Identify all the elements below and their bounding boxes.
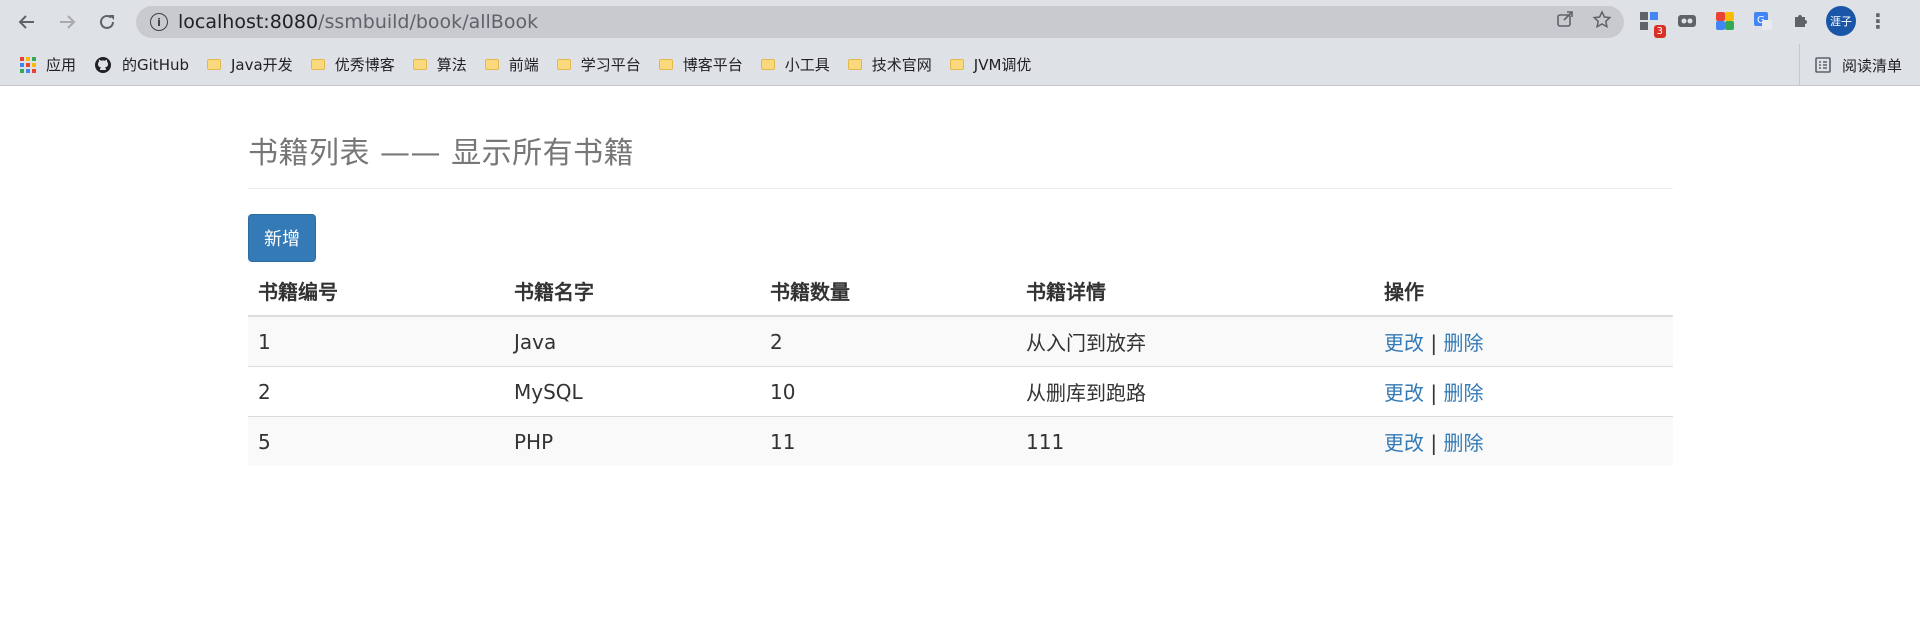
books-table: 书籍编号 书籍名字 书籍数量 书籍详情 操作 1 Java 2 从入门到放弃 更… [248, 268, 1673, 466]
bookmark-blogs[interactable]: 优秀博客 [310, 54, 395, 75]
book-name: PHP [504, 416, 760, 466]
bookmark-label: 博客平台 [682, 56, 743, 74]
folder-icon [658, 59, 673, 70]
url-text[interactable]: localhost:8080/ssmbuild/book/allBook [178, 11, 538, 33]
action-separator: | [1430, 431, 1438, 455]
translate-icon[interactable]: G [1750, 8, 1776, 34]
address-bar[interactable]: i localhost:8080/ssmbuild/book/allBook [136, 6, 1624, 38]
bookmark-label: 小工具 [784, 56, 830, 74]
folder-icon [847, 59, 862, 70]
bookmark-algorithm[interactable]: 算法 [412, 54, 467, 75]
book-detail: 从删库到跑路 [1016, 366, 1374, 417]
bookmark-tools[interactable]: 小工具 [760, 54, 830, 75]
book-id: 2 [248, 366, 504, 417]
page-header: 书籍列表 —— 显示所有书籍 [248, 86, 1673, 189]
bookmark-label: 应用 [46, 56, 77, 74]
book-name: Java [504, 315, 760, 367]
bookmark-github[interactable]: 的GitHub [94, 54, 189, 75]
bookmark-label: JVM调优 [973, 56, 1032, 74]
star-bookmark-icon[interactable] [1592, 10, 1612, 35]
bookmark-apps[interactable]: 应用 [20, 54, 76, 75]
bookmark-java[interactable]: Java开发 [207, 54, 293, 75]
row-actions: 更改 | 删除 [1374, 416, 1673, 466]
book-name: MySQL [504, 366, 760, 417]
avatar-text: 涯子 [1830, 15, 1852, 28]
delete-link[interactable]: 删除 [1443, 431, 1483, 455]
row-actions: 更改 | 删除 [1374, 315, 1673, 367]
back-arrow-icon [18, 15, 34, 29]
column-header-actions: 操作 [1374, 268, 1673, 317]
bookmark-label: 优秀博客 [334, 56, 395, 74]
bookmark-label: Java开发 [231, 56, 293, 74]
share-icon[interactable] [1556, 10, 1574, 35]
add-book-button[interactable]: 新增 [248, 214, 316, 262]
page-title: 书籍列表 —— 显示所有书籍 [248, 136, 635, 171]
browser-menu-icon[interactable]: ⋮ [1868, 9, 1888, 33]
bookmark-learning[interactable]: 学习平台 [556, 54, 641, 75]
edit-link[interactable]: 更改 [1384, 431, 1424, 455]
url-path: /ssmbuild/book/allBook [318, 11, 539, 33]
column-header-detail: 书籍详情 [1016, 268, 1374, 317]
folder-icon [484, 59, 499, 70]
bookmark-label: 算法 [436, 56, 467, 74]
site-info-icon[interactable]: i [150, 13, 168, 31]
table-row: 2 MySQL 10 从删库到跑路 更改 | 删除 [248, 366, 1673, 417]
folder-icon [556, 59, 571, 70]
book-count: 10 [760, 366, 1016, 417]
forward-arrow-icon [60, 15, 76, 29]
bookmark-tech-sites[interactable]: 技术官网 [847, 54, 932, 75]
book-count: 11 [760, 416, 1016, 466]
book-id: 5 [248, 416, 504, 466]
extension-glasses-icon[interactable] [1674, 8, 1700, 34]
bookmark-jvm[interactable]: JVM调优 [949, 54, 1032, 75]
apps-grid-icon [20, 56, 36, 73]
extensions-puzzle-icon[interactable] [1788, 8, 1814, 34]
profile-avatar[interactable]: 涯子 [1826, 6, 1856, 36]
bookmark-label: 学习平台 [580, 56, 641, 74]
folder-icon [310, 59, 325, 70]
folder-icon [949, 59, 964, 70]
bookmarks-bar: 应用 的GitHub Java开发 优秀博客 算法 前端 学习平台 博客平台 小… [0, 44, 1920, 86]
folder-icon [760, 59, 775, 70]
book-detail: 111 [1016, 416, 1374, 466]
reload-icon [100, 14, 114, 29]
reading-list-icon [1814, 56, 1832, 74]
back-button[interactable] [9, 4, 45, 40]
book-count: 2 [760, 315, 1016, 367]
bookmark-label: 前端 [508, 56, 539, 74]
url-host: localhost:8080 [178, 11, 319, 33]
extension-grid-icon[interactable]: 3 [1636, 8, 1666, 38]
extension-badge: 3 [1653, 25, 1666, 38]
row-actions: 更改 | 删除 [1374, 366, 1673, 417]
column-header-id: 书籍编号 [248, 268, 504, 317]
reload-button[interactable] [89, 4, 125, 40]
action-separator: | [1430, 381, 1438, 405]
edit-link[interactable]: 更改 [1384, 331, 1424, 355]
table-row: 1 Java 2 从入门到放弃 更改 | 删除 [248, 315, 1673, 367]
reading-list-button[interactable]: 阅读清单 [1798, 44, 1902, 86]
page-container: 书籍列表 —— 显示所有书籍 新增 书籍编号 书籍名字 书籍数量 书籍详情 操作… [248, 86, 1673, 466]
bookmark-label: 的GitHub [122, 56, 189, 74]
book-id: 1 [248, 315, 504, 367]
action-separator: | [1430, 331, 1438, 355]
table-header-row: 书籍编号 书籍名字 书籍数量 书籍详情 操作 [248, 268, 1673, 317]
edit-link[interactable]: 更改 [1384, 381, 1424, 405]
forward-button[interactable] [49, 4, 85, 40]
table-row: 5 PHP 11 111 更改 | 删除 [248, 416, 1673, 466]
browser-toolbar: i localhost:8080/ssmbuild/book/allBook 3… [0, 0, 1920, 44]
book-detail: 从入门到放弃 [1016, 315, 1374, 367]
delete-link[interactable]: 删除 [1443, 331, 1483, 355]
delete-link[interactable]: 删除 [1443, 381, 1483, 405]
bookmark-blog-platform[interactable]: 博客平台 [658, 54, 743, 75]
folder-icon [412, 59, 427, 70]
bookmark-frontend[interactable]: 前端 [484, 54, 539, 75]
column-header-count: 书籍数量 [760, 268, 1016, 317]
extension-colorful-icon[interactable] [1712, 8, 1738, 34]
github-icon [94, 56, 112, 74]
bookmark-label: 技术官网 [871, 56, 932, 74]
reading-list-label: 阅读清单 [1841, 56, 1902, 75]
column-header-name: 书籍名字 [504, 268, 760, 317]
folder-icon [207, 59, 221, 70]
